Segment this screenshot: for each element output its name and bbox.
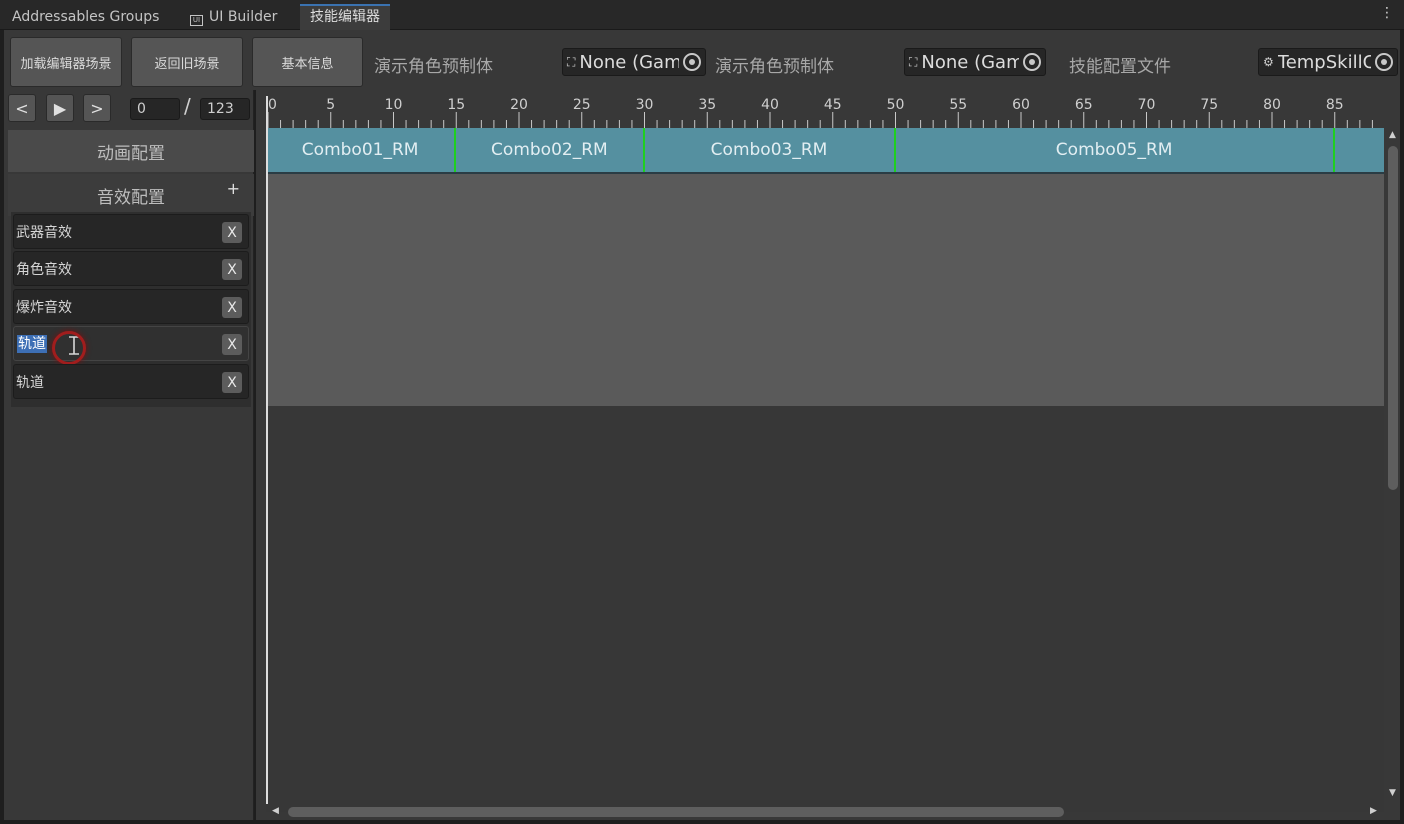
tab-ui-builder[interactable]: UI UI Builder — [180, 4, 287, 30]
tab-skill-editor[interactable]: 技能编辑器 — [300, 4, 390, 30]
tab-ui-builder-label: UI Builder — [209, 9, 278, 25]
ruler-label: 30 — [636, 97, 654, 113]
ruler-label: 45 — [824, 97, 842, 113]
timeline-empty-area — [266, 406, 1384, 812]
object-picker-icon[interactable] — [1375, 53, 1393, 71]
skill-config-label: 技能配置文件 — [1069, 57, 1171, 77]
add-track-button[interactable]: + — [227, 179, 240, 198]
play-button[interactable]: ▶ — [46, 94, 74, 122]
track-content-area[interactable]: Combo01_RM Combo02_RM Combo03_RM Combo05_RM — [266, 128, 1384, 406]
prefab-cube-icon: ⛶ — [909, 54, 918, 69]
preview-prefab-field-2[interactable]: ⛶ None (Gam — [904, 48, 1046, 76]
ruler-label: 60 — [1012, 97, 1030, 113]
ruler-label: 0 — [268, 97, 277, 113]
preview-prefab-label-2: 演示角色预制体 — [715, 57, 834, 77]
previous-frame-button[interactable]: < — [8, 94, 36, 122]
prefab-cube-icon: ⛶ — [567, 54, 576, 69]
basic-info-button[interactable]: 基本信息 — [252, 37, 363, 87]
scroll-right-icon[interactable]: ▶ — [1370, 806, 1377, 816]
tab-addressables-groups[interactable]: Addressables Groups — [2, 4, 169, 30]
preview-prefab-value-1: None (Gam — [579, 51, 679, 73]
animation-clip[interactable]: Combo02_RM — [454, 128, 642, 172]
total-frames-input[interactable]: 123 — [200, 98, 250, 120]
track-name-input[interactable] — [16, 258, 216, 280]
timeline-panel: 0 5 10 15 20 25 30 35 40 45 50 55 60 65 70 75 80 85 Combo… — [256, 90, 1400, 820]
track-name-input[interactable] — [16, 371, 216, 393]
horizontal-scrollbar[interactable]: ◀ ▶ — [266, 806, 1384, 818]
audio-config-header: 音效配置 + — [8, 174, 254, 216]
scroll-left-icon[interactable]: ◀ — [272, 806, 279, 816]
vertical-scroll-thumb[interactable] — [1388, 146, 1398, 490]
ruler-label: 50 — [887, 97, 905, 113]
timeline-playhead[interactable] — [266, 96, 268, 804]
ruler-label: 55 — [949, 97, 967, 113]
ruler-label: 35 — [698, 97, 716, 113]
audio-track-item[interactable]: X — [13, 289, 249, 324]
audio-track-item-editing[interactable]: 轨道 X — [13, 326, 249, 365]
ruler-label: 80 — [1263, 97, 1281, 113]
scroll-up-icon[interactable]: ▲ — [1389, 130, 1396, 140]
delete-track-button[interactable]: X — [222, 222, 242, 243]
ruler-label: 70 — [1138, 97, 1156, 113]
animation-clip[interactable] — [1332, 128, 1383, 172]
track-menu-panel: < ▶ > 0 / 123 动画配置 音效配置 + X X X 轨道 — [4, 90, 254, 820]
skill-config-field[interactable]: ⚙ TempSkillC — [1258, 48, 1398, 76]
frame-ruler[interactable]: 0 5 10 15 20 25 30 35 40 45 50 55 60 65 70 75 80 85 — [266, 90, 1384, 128]
ruler-label: 65 — [1075, 97, 1093, 113]
track-name-input[interactable] — [16, 221, 216, 243]
frame-separator: / — [184, 94, 191, 118]
preview-prefab-field-1[interactable]: ⛶ None (Gam — [562, 48, 706, 76]
audio-track-item[interactable]: X — [13, 364, 249, 399]
scroll-down-icon[interactable]: ▼ — [1389, 788, 1396, 798]
vertical-scrollbar[interactable]: ▲ ▼ — [1387, 130, 1399, 802]
object-picker-icon[interactable] — [683, 53, 701, 71]
audio-track-list: X X X 轨道 X X — [11, 212, 251, 407]
ruler-label: 20 — [510, 97, 528, 113]
track-name-selected-text[interactable]: 轨道 — [17, 335, 47, 353]
top-toolbar: 加载编辑器场景 返回旧场景 基本信息 演示角色预制体 ⛶ None (Gam 演… — [4, 30, 1400, 90]
audio-track-item[interactable]: X — [13, 251, 249, 286]
audio-config-label: 音效配置 — [97, 187, 165, 208]
ruler-label: 15 — [447, 97, 465, 113]
animation-clip-track[interactable]: Combo01_RM Combo02_RM Combo03_RM Combo05_RM — [266, 128, 1384, 174]
delete-track-button[interactable]: X — [222, 372, 242, 393]
animation-config-header[interactable]: 动画配置 — [8, 130, 254, 172]
ruler-label: 75 — [1200, 97, 1218, 113]
delete-track-button[interactable]: X — [222, 334, 242, 355]
ruler-label: 40 — [761, 97, 779, 113]
ui-builder-icon: UI — [190, 15, 203, 26]
ruler-label: 25 — [573, 97, 591, 113]
animation-clip[interactable]: Combo05_RM — [893, 128, 1333, 172]
scriptable-object-icon: ⚙ — [1263, 55, 1274, 69]
animation-config-label: 动画配置 — [97, 143, 165, 164]
next-frame-button[interactable]: > — [83, 94, 111, 122]
playback-controls: < ▶ > 0 / 123 — [4, 90, 254, 128]
animation-clip[interactable]: Combo03_RM — [642, 128, 894, 172]
delete-track-button[interactable]: X — [222, 297, 242, 318]
delete-track-button[interactable]: X — [222, 259, 242, 280]
current-frame-input[interactable]: 0 — [130, 98, 180, 120]
more-options-icon[interactable]: ⋮ — [1380, 6, 1394, 20]
frame-ruler-ticks: 0 5 10 15 20 25 30 35 40 45 50 55 60 65 70 75 80 85 — [267, 97, 1373, 128]
editor-tab-bar: Addressables Groups UI UI Builder 技能编辑器 ⋮ — [0, 0, 1404, 30]
ruler-label: 85 — [1326, 97, 1344, 113]
preview-prefab-value-2: None (Gam — [921, 51, 1019, 73]
audio-track-item[interactable]: X — [13, 214, 249, 249]
preview-prefab-label-1: 演示角色预制体 — [374, 57, 493, 77]
load-editor-scene-button[interactable]: 加载编辑器场景 — [10, 37, 122, 87]
track-name-input[interactable] — [16, 296, 216, 318]
object-picker-icon[interactable] — [1023, 53, 1041, 71]
ruler-label: 5 — [326, 97, 335, 113]
ruler-label: 10 — [385, 97, 403, 113]
skill-config-value: TempSkillC — [1277, 51, 1371, 73]
horizontal-scroll-thumb[interactable] — [288, 807, 1064, 817]
animation-clip[interactable]: Combo01_RM — [266, 128, 454, 172]
return-old-scene-button[interactable]: 返回旧场景 — [131, 37, 243, 87]
